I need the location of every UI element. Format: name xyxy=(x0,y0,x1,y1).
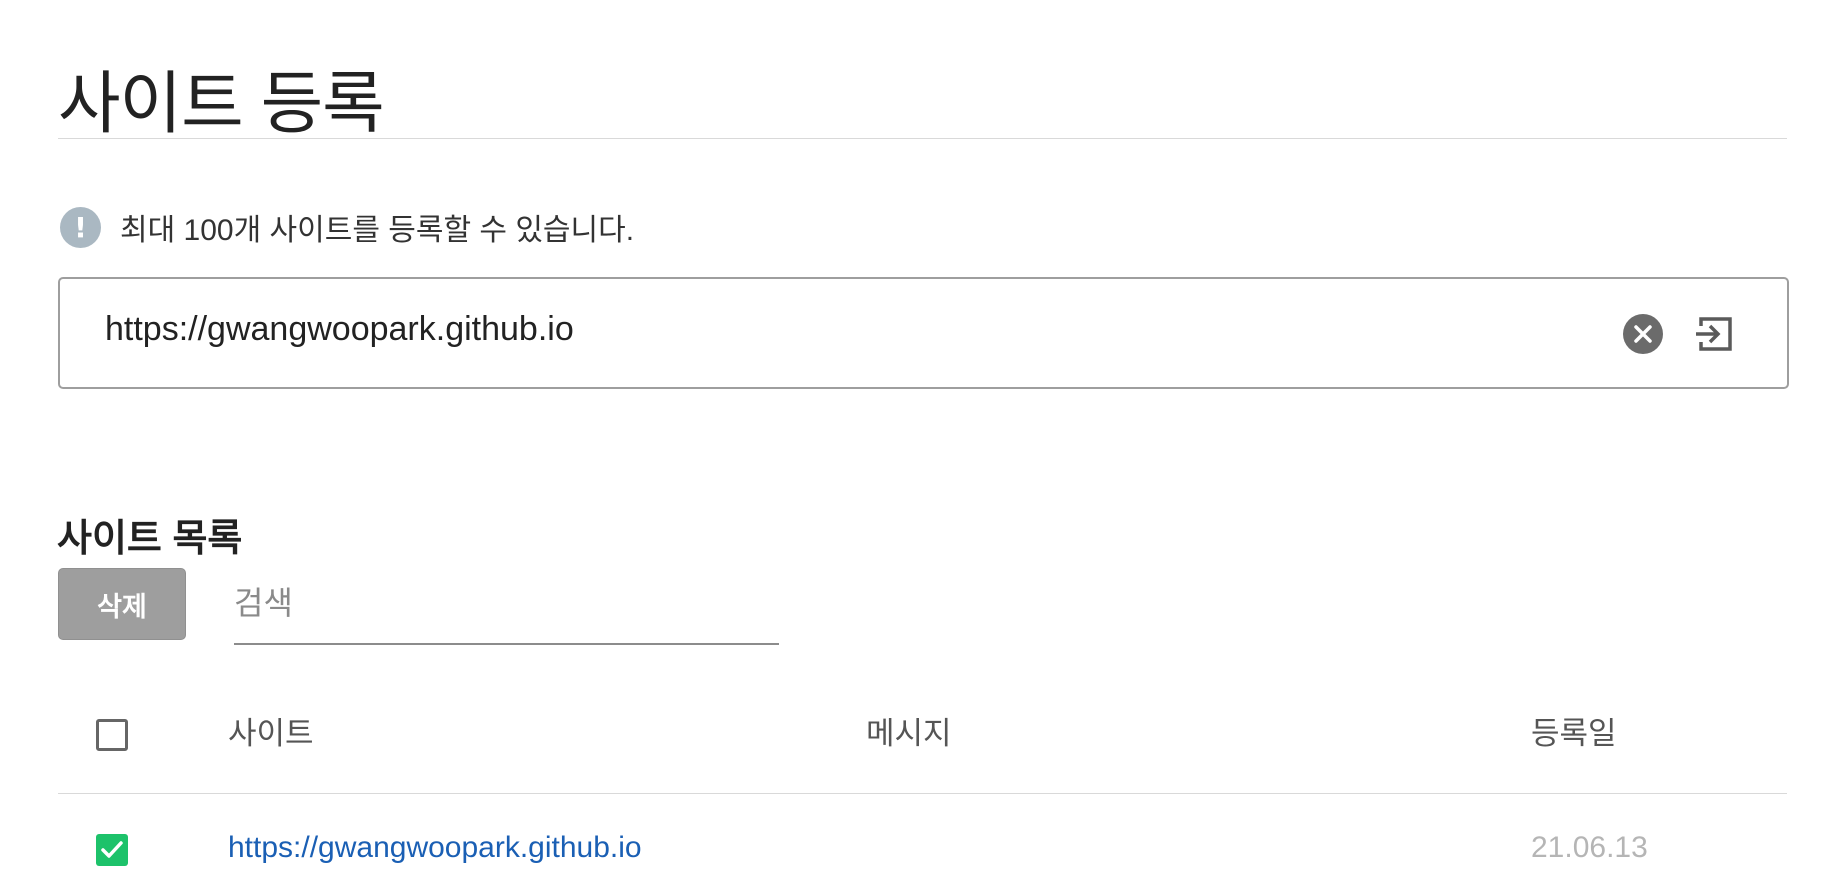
exclamation-icon: ! xyxy=(60,206,101,248)
site-link[interactable]: https://gwangwoopark.github.io xyxy=(228,826,642,870)
search-input[interactable] xyxy=(234,575,779,631)
column-header-message: 메시지 xyxy=(866,716,952,751)
notice-text: 최대 100개 사이트를 등록할 수 있습니다. xyxy=(120,214,635,247)
title-divider xyxy=(58,138,1787,139)
check-icon xyxy=(101,841,123,858)
search-field xyxy=(234,575,779,645)
notice: ! 최대 100개 사이트를 등록할 수 있습니다. xyxy=(60,206,634,248)
registration-date: 21.06.13 xyxy=(1531,831,1648,864)
table-header-divider xyxy=(58,793,1787,794)
close-circle-icon[interactable] xyxy=(1623,314,1663,354)
row-checkbox[interactable] xyxy=(96,834,128,866)
enter-icon[interactable] xyxy=(1692,312,1736,356)
page-title: 사이트 등록 xyxy=(58,65,385,142)
column-header-site: 사이트 xyxy=(228,716,314,751)
section-title: 사이트 목록 xyxy=(57,517,243,560)
column-header-date: 등록일 xyxy=(1531,716,1617,751)
delete-button[interactable]: 삭제 xyxy=(58,568,186,640)
url-input[interactable] xyxy=(105,301,1605,357)
select-all-checkbox[interactable] xyxy=(96,719,128,751)
url-input-box xyxy=(58,277,1789,389)
